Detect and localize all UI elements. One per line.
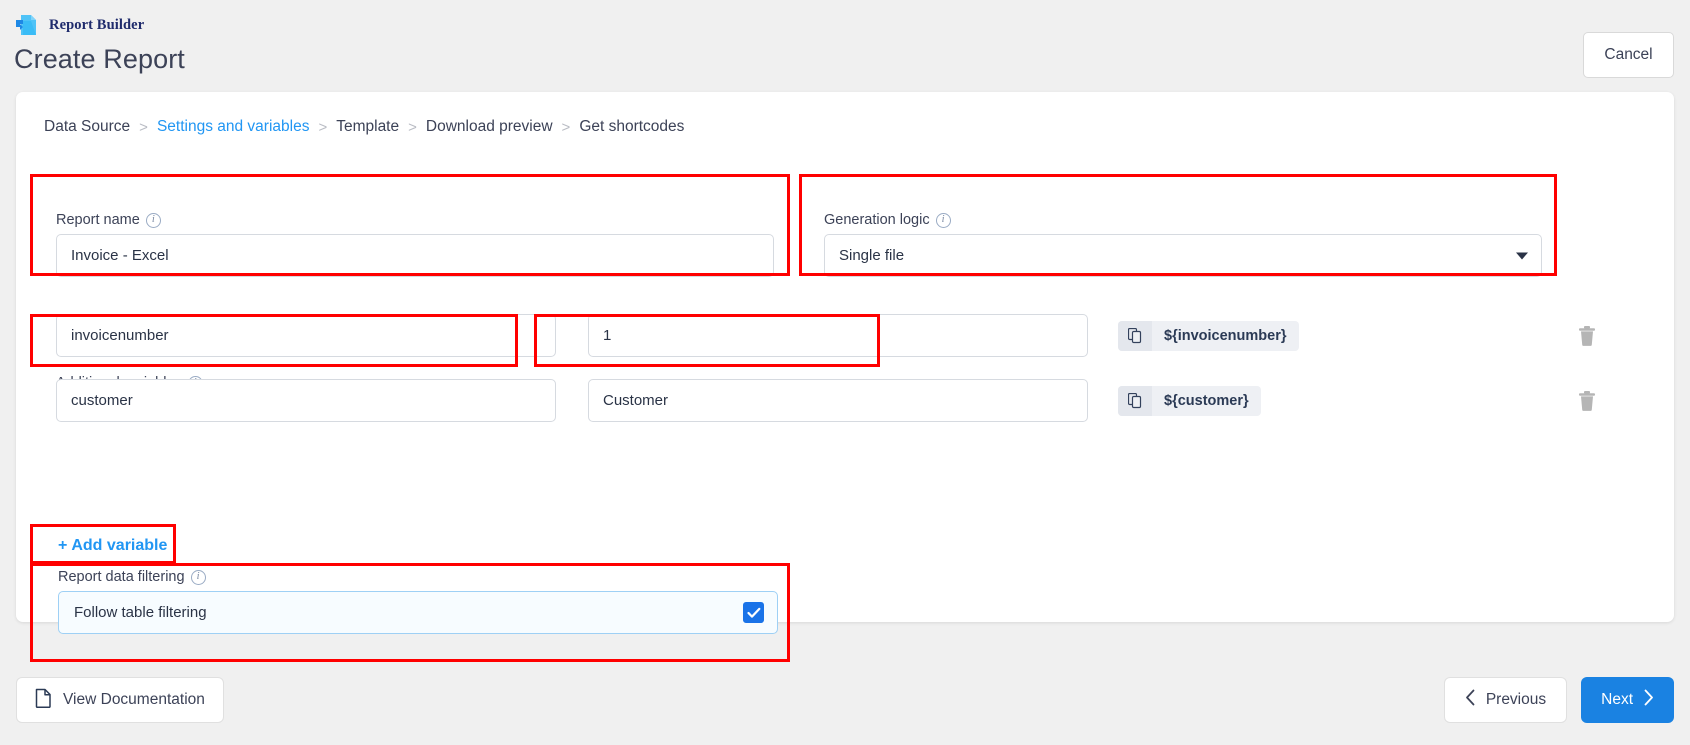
breadcrumb-separator: > bbox=[561, 118, 571, 136]
report-name-field-group: Report name i bbox=[44, 202, 786, 289]
breadcrumb-item-data-source[interactable]: Data Source bbox=[44, 118, 130, 136]
breadcrumb-item-download-preview[interactable]: Download preview bbox=[426, 118, 553, 136]
next-label: Next bbox=[1601, 691, 1633, 708]
generation-logic-select-wrap bbox=[824, 234, 1542, 277]
copy-shortcode-chip[interactable]: ${invoicenumber} bbox=[1118, 320, 1299, 351]
copy-icon[interactable] bbox=[1118, 385, 1152, 416]
info-icon[interactable]: i bbox=[190, 569, 206, 585]
variable-row: ${customer} bbox=[44, 379, 1644, 422]
info-icon[interactable]: i bbox=[935, 212, 951, 228]
page-title: Create Report bbox=[14, 44, 185, 74]
previous-button[interactable]: Previous bbox=[1443, 677, 1568, 723]
brand-name: Report Builder bbox=[49, 16, 145, 33]
report-data-filtering-group: Report data filtering i Follow table fil… bbox=[56, 569, 778, 634]
add-variable-button[interactable]: + Add variable bbox=[56, 533, 169, 559]
trash-icon bbox=[1579, 325, 1595, 346]
generation-logic-label-row: Generation logic i bbox=[824, 212, 1542, 228]
shortcode-text: ${customer} bbox=[1164, 392, 1249, 409]
breadcrumb-separator: > bbox=[318, 118, 328, 136]
report-document-icon bbox=[14, 12, 40, 38]
document-icon bbox=[35, 688, 52, 713]
variable-value-cell bbox=[588, 379, 1088, 422]
variable-value-input[interactable] bbox=[588, 314, 1088, 357]
chevron-right-icon bbox=[1643, 689, 1654, 711]
cancel-button[interactable]: Cancel bbox=[1583, 32, 1674, 78]
footer-bar: View Documentation Previous Next bbox=[0, 655, 1690, 745]
chevron-left-icon bbox=[1465, 689, 1476, 711]
variable-shortcode-cell: ${invoicenumber} bbox=[1118, 320, 1299, 351]
variable-name-cell bbox=[56, 379, 556, 422]
view-documentation-button[interactable]: View Documentation bbox=[16, 677, 224, 723]
breadcrumb: Data Source > Settings and variables > T… bbox=[16, 92, 1674, 136]
footer-nav-buttons: Previous Next bbox=[1443, 677, 1674, 723]
report-data-filtering-label-row: Report data filtering i bbox=[58, 569, 778, 585]
variable-name-cell bbox=[56, 314, 556, 357]
plus-icon: + bbox=[58, 537, 68, 554]
checkmark-icon bbox=[746, 607, 760, 618]
follow-table-filtering-checkbox[interactable] bbox=[743, 602, 764, 623]
report-name-input[interactable] bbox=[56, 234, 774, 277]
previous-label: Previous bbox=[1485, 691, 1547, 708]
follow-table-filtering-label: Follow table filtering bbox=[74, 604, 207, 621]
top-fields-row: Report name i Generation logic i bbox=[44, 202, 1554, 289]
report-data-filtering-label: Report data filtering bbox=[58, 569, 185, 585]
variable-delete-cell bbox=[1575, 323, 1599, 349]
breadcrumb-separator: > bbox=[139, 118, 148, 136]
variable-name-input[interactable] bbox=[56, 379, 556, 422]
variable-name-input[interactable] bbox=[56, 314, 556, 357]
shortcode-text: ${invoicenumber} bbox=[1164, 327, 1287, 344]
trash-icon bbox=[1579, 390, 1595, 411]
variable-row: ${invoicenumber} bbox=[44, 314, 1644, 357]
follow-table-filtering-row[interactable]: Follow table filtering bbox=[58, 591, 778, 634]
generation-logic-label: Generation logic bbox=[824, 212, 930, 228]
variable-shortcode-cell: ${customer} bbox=[1118, 385, 1261, 416]
report-name-label-row: Report name i bbox=[56, 212, 774, 228]
delete-variable-button[interactable] bbox=[1575, 323, 1599, 349]
variable-value-input[interactable] bbox=[588, 379, 1088, 422]
variable-delete-cell bbox=[1575, 388, 1599, 414]
next-button[interactable]: Next bbox=[1581, 677, 1674, 723]
main-card: Data Source > Settings and variables > T… bbox=[16, 92, 1674, 662]
page-header: Report Builder Create Report Cancel bbox=[0, 0, 1690, 92]
variable-value-cell bbox=[588, 314, 1088, 357]
info-icon[interactable]: i bbox=[145, 212, 161, 228]
add-variable-label: Add variable bbox=[71, 537, 168, 554]
copy-shortcode-chip[interactable]: ${customer} bbox=[1118, 385, 1261, 416]
breadcrumb-item-get-shortcodes[interactable]: Get shortcodes bbox=[579, 118, 684, 136]
generation-logic-select[interactable] bbox=[824, 234, 1542, 277]
breadcrumb-item-template[interactable]: Template bbox=[336, 118, 399, 136]
copy-icon[interactable] bbox=[1118, 320, 1152, 351]
breadcrumb-separator: > bbox=[408, 118, 417, 136]
breadcrumb-item-settings-and-variables[interactable]: Settings and variables bbox=[157, 118, 310, 136]
brand: Report Builder bbox=[14, 10, 1690, 40]
view-documentation-label: View Documentation bbox=[63, 691, 205, 708]
report-name-label: Report name bbox=[56, 212, 140, 228]
generation-logic-field-group: Generation logic i bbox=[812, 202, 1554, 289]
delete-variable-button[interactable] bbox=[1575, 388, 1599, 414]
